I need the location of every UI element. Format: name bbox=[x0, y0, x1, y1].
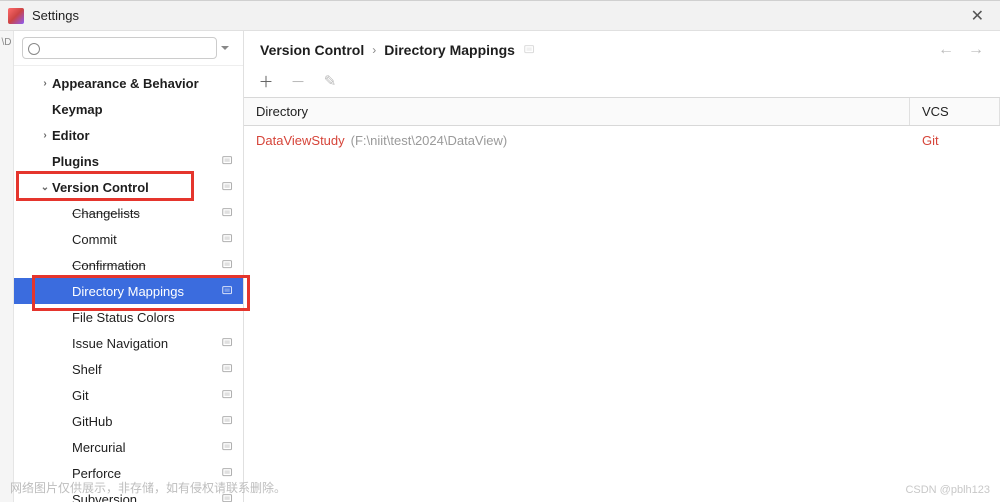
chevron-icon: › bbox=[38, 130, 52, 141]
project-tag-icon bbox=[221, 336, 235, 350]
tree-item-label: Shelf bbox=[72, 362, 221, 377]
project-tag-icon bbox=[221, 206, 235, 220]
app-icon bbox=[8, 8, 24, 24]
settings-tree: ›Appearance & BehaviorKeymap›EditorPlugi… bbox=[14, 66, 243, 502]
project-tag-icon bbox=[221, 180, 235, 194]
tree-item-commit[interactable]: Commit bbox=[14, 226, 243, 252]
tree-item-shelf[interactable]: Shelf bbox=[14, 356, 243, 382]
project-tag-icon bbox=[221, 232, 235, 246]
breadcrumb-current: Directory Mappings bbox=[384, 42, 515, 58]
tree-item-confirmation[interactable]: Confirmation bbox=[14, 252, 243, 278]
search-input[interactable] bbox=[22, 37, 217, 59]
tree-item-plugins[interactable]: Plugins bbox=[14, 148, 243, 174]
breadcrumb: Version Control › Directory Mappings ← → bbox=[244, 31, 1000, 69]
mappings-toolbar: ＋ － ✎ bbox=[244, 69, 1000, 97]
tree-item-editor[interactable]: ›Editor bbox=[14, 122, 243, 148]
table-header: Directory VCS bbox=[244, 98, 1000, 126]
tree-item-label: Appearance & Behavior bbox=[52, 76, 235, 91]
header-directory[interactable]: Directory bbox=[244, 98, 910, 125]
project-tag-icon bbox=[221, 388, 235, 402]
tree-item-github[interactable]: GitHub bbox=[14, 408, 243, 434]
tree-item-directory-mappings[interactable]: Directory Mappings bbox=[14, 278, 243, 304]
chevron-icon: ⌄ bbox=[38, 182, 52, 193]
project-tag-icon bbox=[221, 466, 235, 480]
tree-item-label: Confirmation bbox=[72, 258, 221, 273]
project-tag-icon bbox=[221, 284, 235, 298]
tree-item-label: File Status Colors bbox=[72, 310, 235, 325]
tree-item-label: Mercurial bbox=[72, 440, 221, 455]
nav-back-icon[interactable]: ← bbox=[938, 41, 954, 59]
edit-button[interactable]: ✎ bbox=[320, 71, 340, 91]
close-icon[interactable]: ✕ bbox=[963, 2, 992, 30]
tree-item-version-control[interactable]: ⌄Version Control bbox=[14, 174, 243, 200]
tree-item-label: Changelists bbox=[72, 206, 221, 221]
remove-button[interactable]: － bbox=[288, 71, 308, 91]
tree-item-label: Issue Navigation bbox=[72, 336, 221, 351]
tree-item-changelists[interactable]: Changelists bbox=[14, 200, 243, 226]
chevron-right-icon: › bbox=[372, 43, 376, 57]
settings-sidebar: ›Appearance & BehaviorKeymap›EditorPlugi… bbox=[14, 31, 244, 502]
breadcrumb-parent[interactable]: Version Control bbox=[260, 42, 364, 58]
tree-item-label: GitHub bbox=[72, 414, 221, 429]
add-button[interactable]: ＋ bbox=[256, 71, 276, 91]
tree-item-issue-navigation[interactable]: Issue Navigation bbox=[14, 330, 243, 356]
watermark-left: 网络图片仅供展示，非存储，如有侵权请联系删除。 bbox=[10, 479, 286, 496]
tree-item-keymap[interactable]: Keymap bbox=[14, 96, 243, 122]
tree-item-mercurial[interactable]: Mercurial bbox=[14, 434, 243, 460]
tree-item-label: Git bbox=[72, 388, 221, 403]
os-left-gutter: \D bbox=[0, 31, 14, 502]
tree-item-appearance-behavior[interactable]: ›Appearance & Behavior bbox=[14, 70, 243, 96]
project-tag-icon bbox=[523, 43, 537, 57]
project-tag-icon bbox=[221, 440, 235, 454]
tree-item-git[interactable]: Git bbox=[14, 382, 243, 408]
tree-item-label: Editor bbox=[52, 128, 235, 143]
project-tag-icon bbox=[221, 414, 235, 428]
mappings-table: Directory VCS DataViewStudy(F:\niit\test… bbox=[244, 97, 1000, 502]
project-tag-icon bbox=[221, 362, 235, 376]
watermark-right: CSDN @pblh123 bbox=[905, 484, 990, 496]
project-tag-icon bbox=[221, 258, 235, 272]
tree-item-file-status-colors[interactable]: File Status Colors bbox=[14, 304, 243, 330]
cell-vcs: Git bbox=[910, 128, 1000, 153]
tree-item-label: Directory Mappings bbox=[72, 284, 221, 299]
titlebar: Settings ✕ bbox=[0, 1, 1000, 31]
project-tag-icon bbox=[221, 154, 235, 168]
nav-forward-icon[interactable]: → bbox=[968, 41, 984, 59]
main-panel: Version Control › Directory Mappings ← →… bbox=[244, 31, 1000, 502]
chevron-icon: › bbox=[38, 78, 52, 89]
table-row[interactable]: DataViewStudy(F:\niit\test\2024\DataView… bbox=[244, 126, 1000, 154]
tree-item-label: Commit bbox=[72, 232, 221, 247]
tree-item-label: Plugins bbox=[52, 154, 221, 169]
sidebar-search-row bbox=[14, 31, 243, 66]
header-vcs[interactable]: VCS bbox=[910, 98, 1000, 125]
cell-directory: DataViewStudy(F:\niit\test\2024\DataView… bbox=[244, 128, 910, 153]
tree-item-label: Keymap bbox=[52, 102, 235, 117]
tree-item-label: Version Control bbox=[52, 180, 221, 195]
window-title: Settings bbox=[32, 8, 79, 23]
